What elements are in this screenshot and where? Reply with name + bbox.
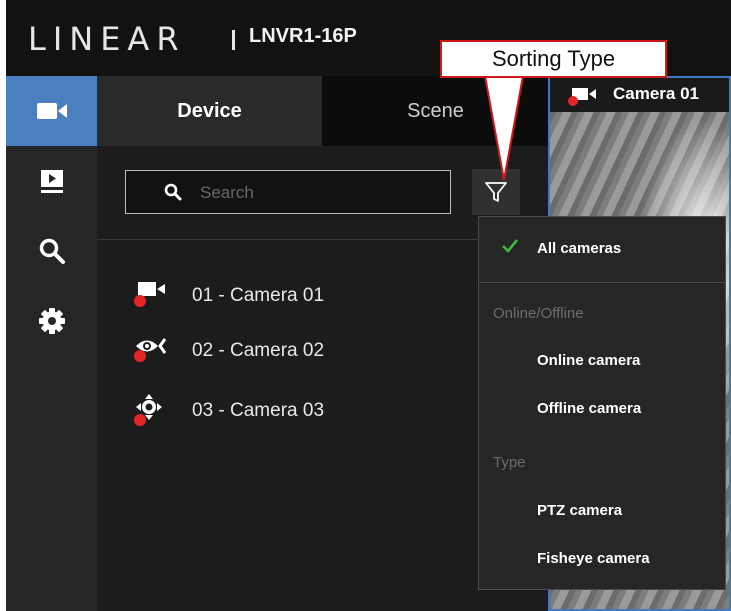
section-heading-type: Type [493,454,526,471]
filter-option-all[interactable]: All cameras [479,217,725,281]
gear-icon [38,308,65,334]
search-icon [39,238,65,264]
brand-separator [232,30,235,50]
video-camera-icon [568,88,596,106]
bullet-camera-icon [134,282,165,307]
app-window: LINEAR LNVR1-16P Device Scene Search 01 … [6,0,731,611]
ptz-camera-icon [134,394,162,426]
sidebar-item-live-view[interactable] [6,76,97,146]
filter-option-offline[interactable]: Offline camera [537,400,641,417]
playback-icon [40,170,63,193]
sidebar-item-search[interactable] [6,216,97,286]
tab-scene[interactable]: Scene [322,76,549,146]
device-label: 02 - Camera 02 [192,340,325,361]
search-input[interactable] [198,179,442,207]
preview-header: Camera 01 [550,78,729,112]
list-item[interactable]: 02 - Camera 02 [132,334,432,368]
device-label: 03 - Camera 03 [192,400,325,421]
list-item[interactable]: 01 - Camera 01 [132,279,432,313]
check-icon [502,239,519,253]
device-model: LNVR1-16P [249,25,357,47]
sidebar-item-settings[interactable] [6,286,97,356]
fisheye-camera-icon [134,338,167,362]
section-heading-status: Online/Offline [493,305,584,322]
list-item[interactable]: 03 - Camera 03 [132,394,432,428]
filter-button[interactable] [472,169,520,215]
sidebar-item-playback[interactable] [6,146,97,216]
filter-option-ptz[interactable]: PTZ camera [537,502,622,519]
search-box [125,170,451,214]
video-camera-icon [36,103,67,119]
divider [479,282,725,283]
filter-dropdown: All cameras Online/Offline Online camera… [478,216,726,590]
brand-logo: LINEAR [28,20,186,58]
option-label: All cameras [537,240,622,257]
filter-icon [485,182,507,202]
annotation-callout: Sorting Type [440,40,667,78]
preview-title: Camera 01 [613,84,700,103]
filter-option-online[interactable]: Online camera [537,352,640,369]
search-icon [164,183,182,201]
filter-option-fisheye[interactable]: Fisheye camera [537,550,650,567]
tab-device[interactable]: Device [97,76,322,146]
device-label: 01 - Camera 01 [192,285,325,306]
sidebar [6,76,97,611]
